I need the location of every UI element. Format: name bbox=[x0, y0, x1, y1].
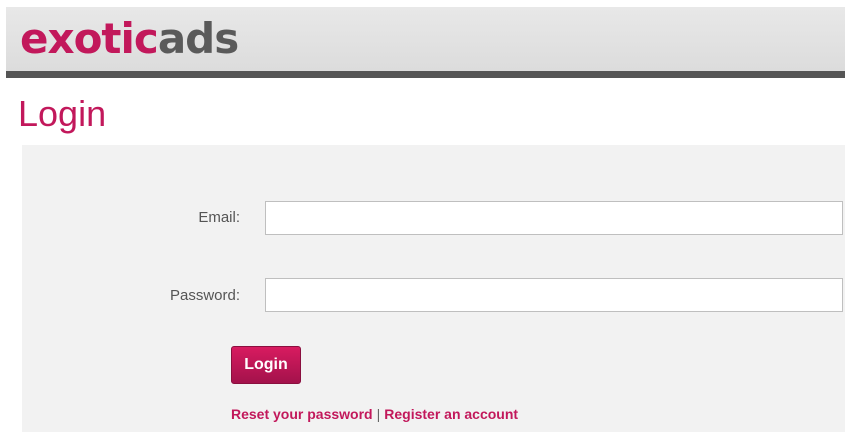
site-header: exoticads bbox=[6, 7, 845, 71]
account-links: Reset your password | Register an account bbox=[231, 406, 518, 422]
logo-text-ads: ads bbox=[157, 14, 239, 63]
email-label: Email: bbox=[198, 209, 240, 226]
header-divider bbox=[6, 71, 845, 78]
login-button[interactable]: Login bbox=[231, 346, 301, 384]
password-field[interactable] bbox=[265, 278, 843, 312]
email-field[interactable] bbox=[265, 201, 843, 235]
link-separator: | bbox=[376, 406, 381, 422]
register-account-link[interactable]: Register an account bbox=[384, 406, 518, 422]
page-title: Login bbox=[18, 93, 107, 134]
password-label: Password: bbox=[169, 287, 240, 304]
logo-text-exotic: exotic bbox=[20, 14, 159, 63]
site-logo[interactable]: exoticads bbox=[20, 11, 239, 67]
reset-password-link[interactable]: Reset your password bbox=[231, 406, 373, 422]
